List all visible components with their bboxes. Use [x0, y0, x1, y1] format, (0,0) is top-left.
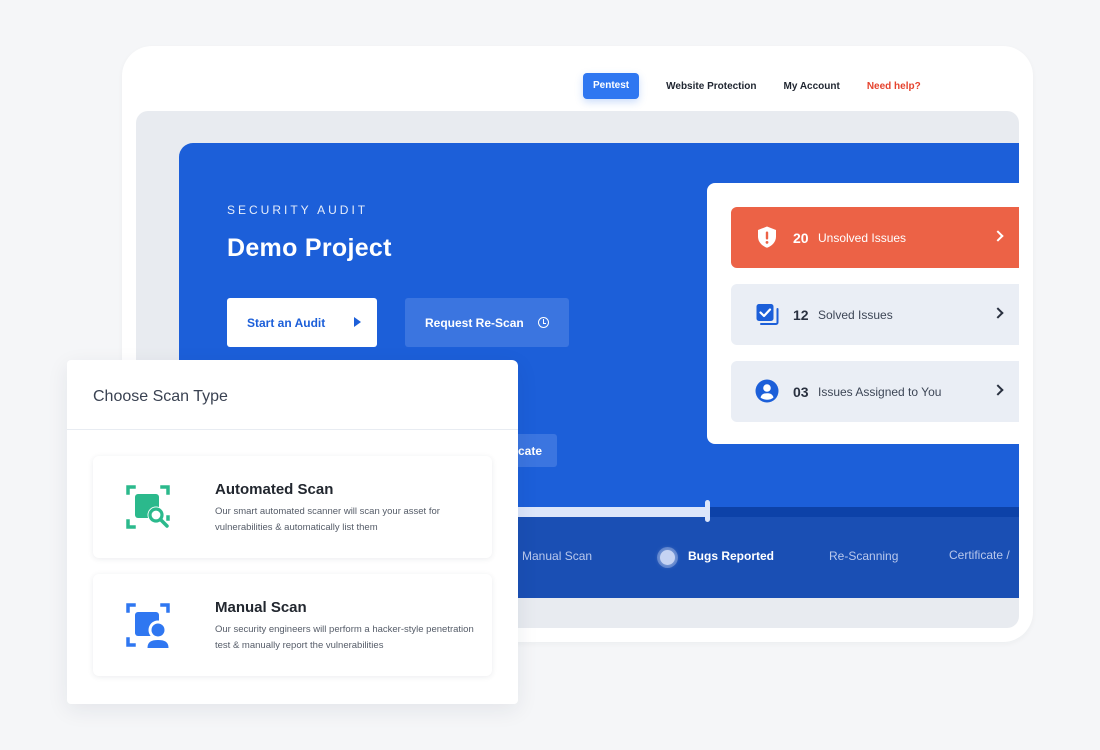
- solved-issues-row[interactable]: 12 Solved Issues: [731, 284, 1019, 345]
- issue-label: Unsolved Issues: [818, 230, 907, 245]
- step-certificate[interactable]: Certificate /: [949, 548, 1010, 562]
- chevron-right-icon: [992, 230, 1004, 242]
- unsolved-issues-row[interactable]: 20 Unsolved Issues: [731, 207, 1019, 268]
- start-audit-label: Start an Audit: [247, 315, 326, 330]
- dialog-divider: [67, 429, 518, 430]
- choose-scan-type-dialog: Choose Scan Type Automated Scan Our smar…: [67, 360, 518, 704]
- nav-tab-my-account[interactable]: My Account: [784, 81, 840, 92]
- user-circle-icon: [755, 379, 779, 403]
- top-navigation: Pentest Website Protection My Account Ne…: [583, 73, 921, 99]
- step-re-scanning[interactable]: Re-Scanning: [829, 549, 898, 563]
- nav-tab-website-protection[interactable]: Website Protection: [666, 81, 756, 92]
- step-bugs-reported[interactable]: Bugs Reported: [688, 549, 774, 563]
- clock-icon: [538, 317, 549, 328]
- progress-marker: [705, 500, 710, 522]
- shield-alert-icon: [758, 226, 776, 248]
- manual-scan-option[interactable]: Manual Scan Our security engineers will …: [93, 574, 492, 676]
- issue-count: 12: [793, 306, 809, 323]
- dialog-title: Choose Scan Type: [93, 388, 228, 405]
- option-title: Automated Scan: [215, 481, 334, 498]
- chevron-right-icon: [992, 307, 1004, 319]
- assigned-issues-row[interactable]: 03 Issues Assigned to You: [731, 361, 1019, 422]
- option-description: Our smart automated scanner will scan yo…: [215, 506, 440, 533]
- manual-scan-icon: [126, 603, 171, 648]
- issue-count: 03: [793, 383, 809, 400]
- step-manual-scan[interactable]: Manual Scan: [522, 549, 592, 563]
- issue-label: Issues Assigned to You: [818, 384, 942, 399]
- request-rescan-label: Request Re-Scan: [425, 315, 524, 330]
- issue-count: 20: [793, 229, 809, 246]
- project-title: Demo Project: [227, 234, 392, 262]
- option-title: Manual Scan: [215, 599, 307, 616]
- automated-scan-icon: [126, 485, 170, 529]
- section-eyebrow: SECURITY AUDIT: [227, 203, 369, 217]
- automated-scan-option[interactable]: Automated Scan Our smart automated scann…: [93, 456, 492, 558]
- nav-tab-pentest[interactable]: Pentest: [583, 73, 640, 99]
- request-rescan-button[interactable]: Request Re-Scan: [405, 298, 569, 347]
- option-description: Our security engineers will perform a ha…: [215, 624, 474, 651]
- current-step-indicator: [660, 550, 675, 565]
- chevron-right-icon: [992, 384, 1004, 396]
- checkbox-stack-icon: [756, 304, 779, 325]
- play-icon: [354, 317, 361, 327]
- issues-summary-card: 20 Unsolved Issues 12 Solved Issues 03 I…: [707, 183, 1019, 444]
- issue-label: Solved Issues: [818, 307, 893, 322]
- nav-link-need-help[interactable]: Need help?: [867, 81, 921, 92]
- start-audit-button[interactable]: Start an Audit: [227, 298, 377, 347]
- certificate-button-label: cate: [517, 443, 542, 458]
